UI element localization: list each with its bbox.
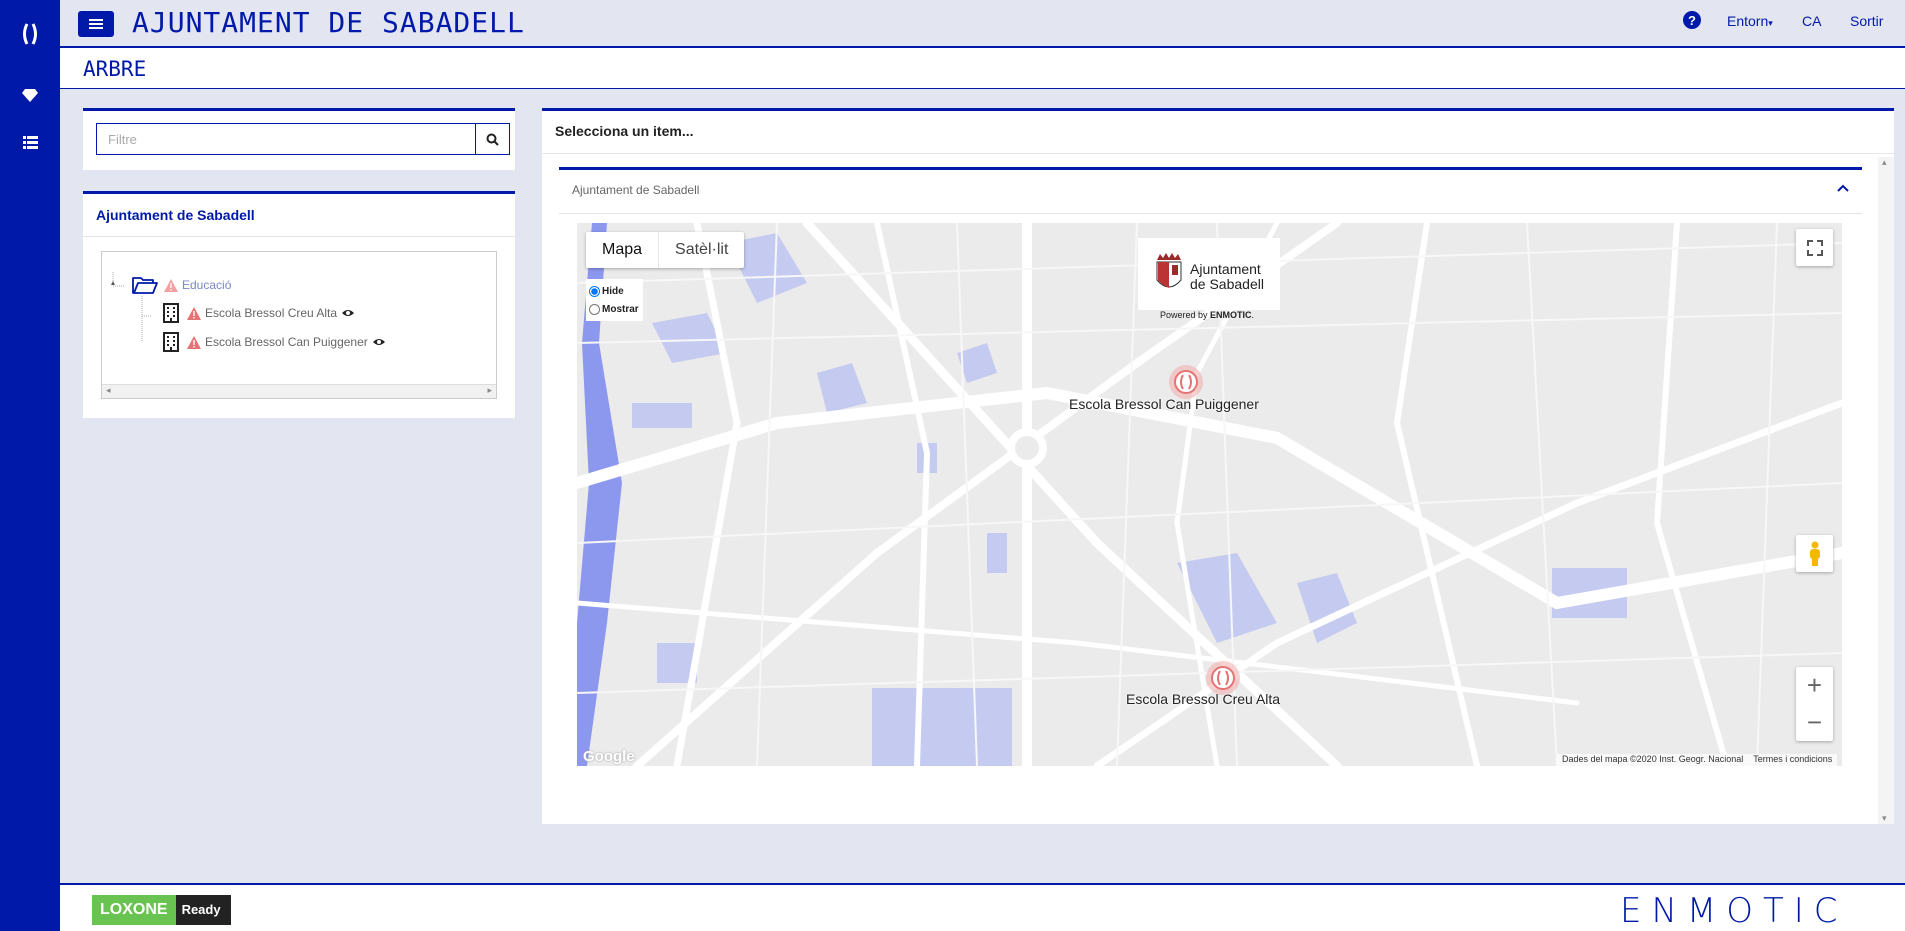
logo-line-1: Ajuntament xyxy=(1190,261,1261,277)
environment-label: Entorn xyxy=(1727,13,1769,29)
scroll-right-icon[interactable]: ▸ xyxy=(487,385,492,396)
fullscreen-button[interactable] xyxy=(1796,229,1833,266)
show-radio-label: Mostrar xyxy=(602,303,639,315)
tree-node-label: Educació xyxy=(182,278,232,292)
panel-heading: Selecciona un item... xyxy=(555,123,694,139)
powered-by-text: Powered by ENMOTIC. xyxy=(1160,310,1254,320)
zoom-in-button[interactable]: + xyxy=(1796,667,1833,704)
map-type-satellite-button[interactable]: Satèl·lit xyxy=(659,232,744,268)
app-logo-icon[interactable] xyxy=(0,22,60,46)
filter-card xyxy=(83,108,515,170)
top-header: AJUNTAMENT DE SABADELL ? Entorn▾ CA Sort… xyxy=(60,0,1905,48)
caret-down-icon: ▾ xyxy=(1768,18,1773,28)
logo-line-2: de Sabadell xyxy=(1190,276,1264,292)
tree-node-can-puiggener[interactable]: Escola Bressol Can Puiggener xyxy=(163,332,386,352)
eye-icon[interactable] xyxy=(341,308,355,318)
tree-view: Educació Escola Bressol Creu Alta Escola… xyxy=(101,251,497,399)
powered-suffix: . xyxy=(1251,310,1255,320)
footer: LOXONE Ready ENMOTIC xyxy=(60,883,1905,931)
environment-dropdown[interactable]: Entorn▾ xyxy=(1727,13,1773,29)
marker-label: Escola Bressol Can Puiggener xyxy=(1069,396,1259,412)
app-title: AJUNTAMENT DE SABADELL xyxy=(132,6,525,39)
map-type-map-button[interactable]: Mapa xyxy=(586,232,660,268)
page-title-bar: ARBRE xyxy=(60,48,1905,89)
horizontal-scrollbar[interactable]: ◂ ▸ xyxy=(102,384,496,398)
street-view-button[interactable] xyxy=(1796,535,1833,572)
enmotic-logo: ENMOTIC xyxy=(1620,891,1848,931)
language-selector[interactable]: CA xyxy=(1802,13,1821,29)
google-logo: Google xyxy=(583,748,635,765)
search-icon xyxy=(486,133,499,146)
warning-icon xyxy=(164,278,178,292)
map-data-credit: Dades del mapa ©2020 Inst. Geogr. Nacion… xyxy=(1562,754,1744,764)
loxone-text: LOXONE xyxy=(92,895,176,925)
tree-node-creu-alta[interactable]: Escola Bressol Creu Alta xyxy=(163,303,355,323)
show-option[interactable]: Mostrar xyxy=(586,300,643,318)
building-icon xyxy=(163,332,179,352)
diamond-icon[interactable] xyxy=(0,88,60,102)
zoom-out-button[interactable]: − xyxy=(1796,704,1833,741)
marker-label: Escola Bressol Creu Alta xyxy=(1126,691,1281,707)
vertical-scrollbar[interactable]: ▴ ▾ xyxy=(1878,157,1894,824)
search-button[interactable] xyxy=(475,123,510,155)
eye-icon[interactable] xyxy=(372,337,386,347)
scroll-left-icon[interactable]: ◂ xyxy=(106,385,111,396)
tree-node-label: Escola Bressol Can Puiggener xyxy=(205,335,368,349)
city-crest-icon xyxy=(1156,253,1182,288)
fullscreen-icon xyxy=(1806,239,1823,256)
ready-text: Ready xyxy=(175,895,231,925)
logout-link[interactable]: Sortir xyxy=(1850,13,1883,29)
folder-open-icon xyxy=(132,277,158,294)
scroll-up-icon[interactable]: ▴ xyxy=(1882,157,1887,168)
section-header[interactable]: Ajuntament de Sabadell xyxy=(559,167,1862,214)
layer-radio-group: Hide Mostrar xyxy=(586,279,643,321)
show-radio[interactable] xyxy=(589,303,600,315)
building-icon xyxy=(163,303,179,323)
menu-toggle-button[interactable] xyxy=(78,11,114,37)
warning-icon xyxy=(187,335,201,349)
tree-card: Ajuntament de Sabadell Educació Escola B… xyxy=(83,191,515,418)
list-icon[interactable] xyxy=(0,136,60,149)
hide-radio[interactable] xyxy=(589,285,600,297)
divider xyxy=(83,236,515,237)
map-view[interactable]: Escola Bressol Can Puiggener Escola Bres… xyxy=(577,223,1842,766)
hamburger-icon xyxy=(89,19,103,29)
zoom-control: + − xyxy=(1796,667,1833,741)
filter-input[interactable] xyxy=(96,123,476,155)
warning-icon xyxy=(187,306,201,320)
map-marker-can-puiggener[interactable] xyxy=(1169,365,1203,399)
city-logo: Ajuntament de Sabadell xyxy=(1138,238,1280,310)
terms-link[interactable]: Termes i condicions xyxy=(1753,754,1832,764)
hide-option[interactable]: Hide xyxy=(586,282,643,300)
loxone-ready-badge: LOXONE Ready xyxy=(92,895,231,925)
map-marker-creu-alta[interactable] xyxy=(1206,661,1240,695)
powered-prefix: Powered by xyxy=(1160,310,1211,320)
tree-node-label: Escola Bressol Creu Alta xyxy=(205,306,338,320)
hide-radio-label: Hide xyxy=(602,285,624,297)
scroll-down-icon[interactable]: ▾ xyxy=(1882,813,1887,824)
tree-connector-lines xyxy=(111,272,152,342)
divider xyxy=(542,153,1894,154)
left-rail xyxy=(0,0,60,931)
pegman-icon xyxy=(1809,541,1820,566)
map-attribution: Dades del mapa ©2020 Inst. Geogr. Nacion… xyxy=(1557,754,1838,766)
help-icon[interactable]: ? xyxy=(1683,11,1701,29)
chevron-up-icon[interactable] xyxy=(1837,184,1849,192)
tree-node-educacio[interactable]: Educació xyxy=(132,275,231,295)
map-type-control: Mapa Satèl·lit xyxy=(586,232,745,268)
section-title: Ajuntament de Sabadell xyxy=(572,183,700,197)
page-title: ARBRE xyxy=(83,57,147,81)
tree-heading: Ajuntament de Sabadell xyxy=(96,207,255,223)
powered-brand: ENMOTIC xyxy=(1210,310,1252,320)
